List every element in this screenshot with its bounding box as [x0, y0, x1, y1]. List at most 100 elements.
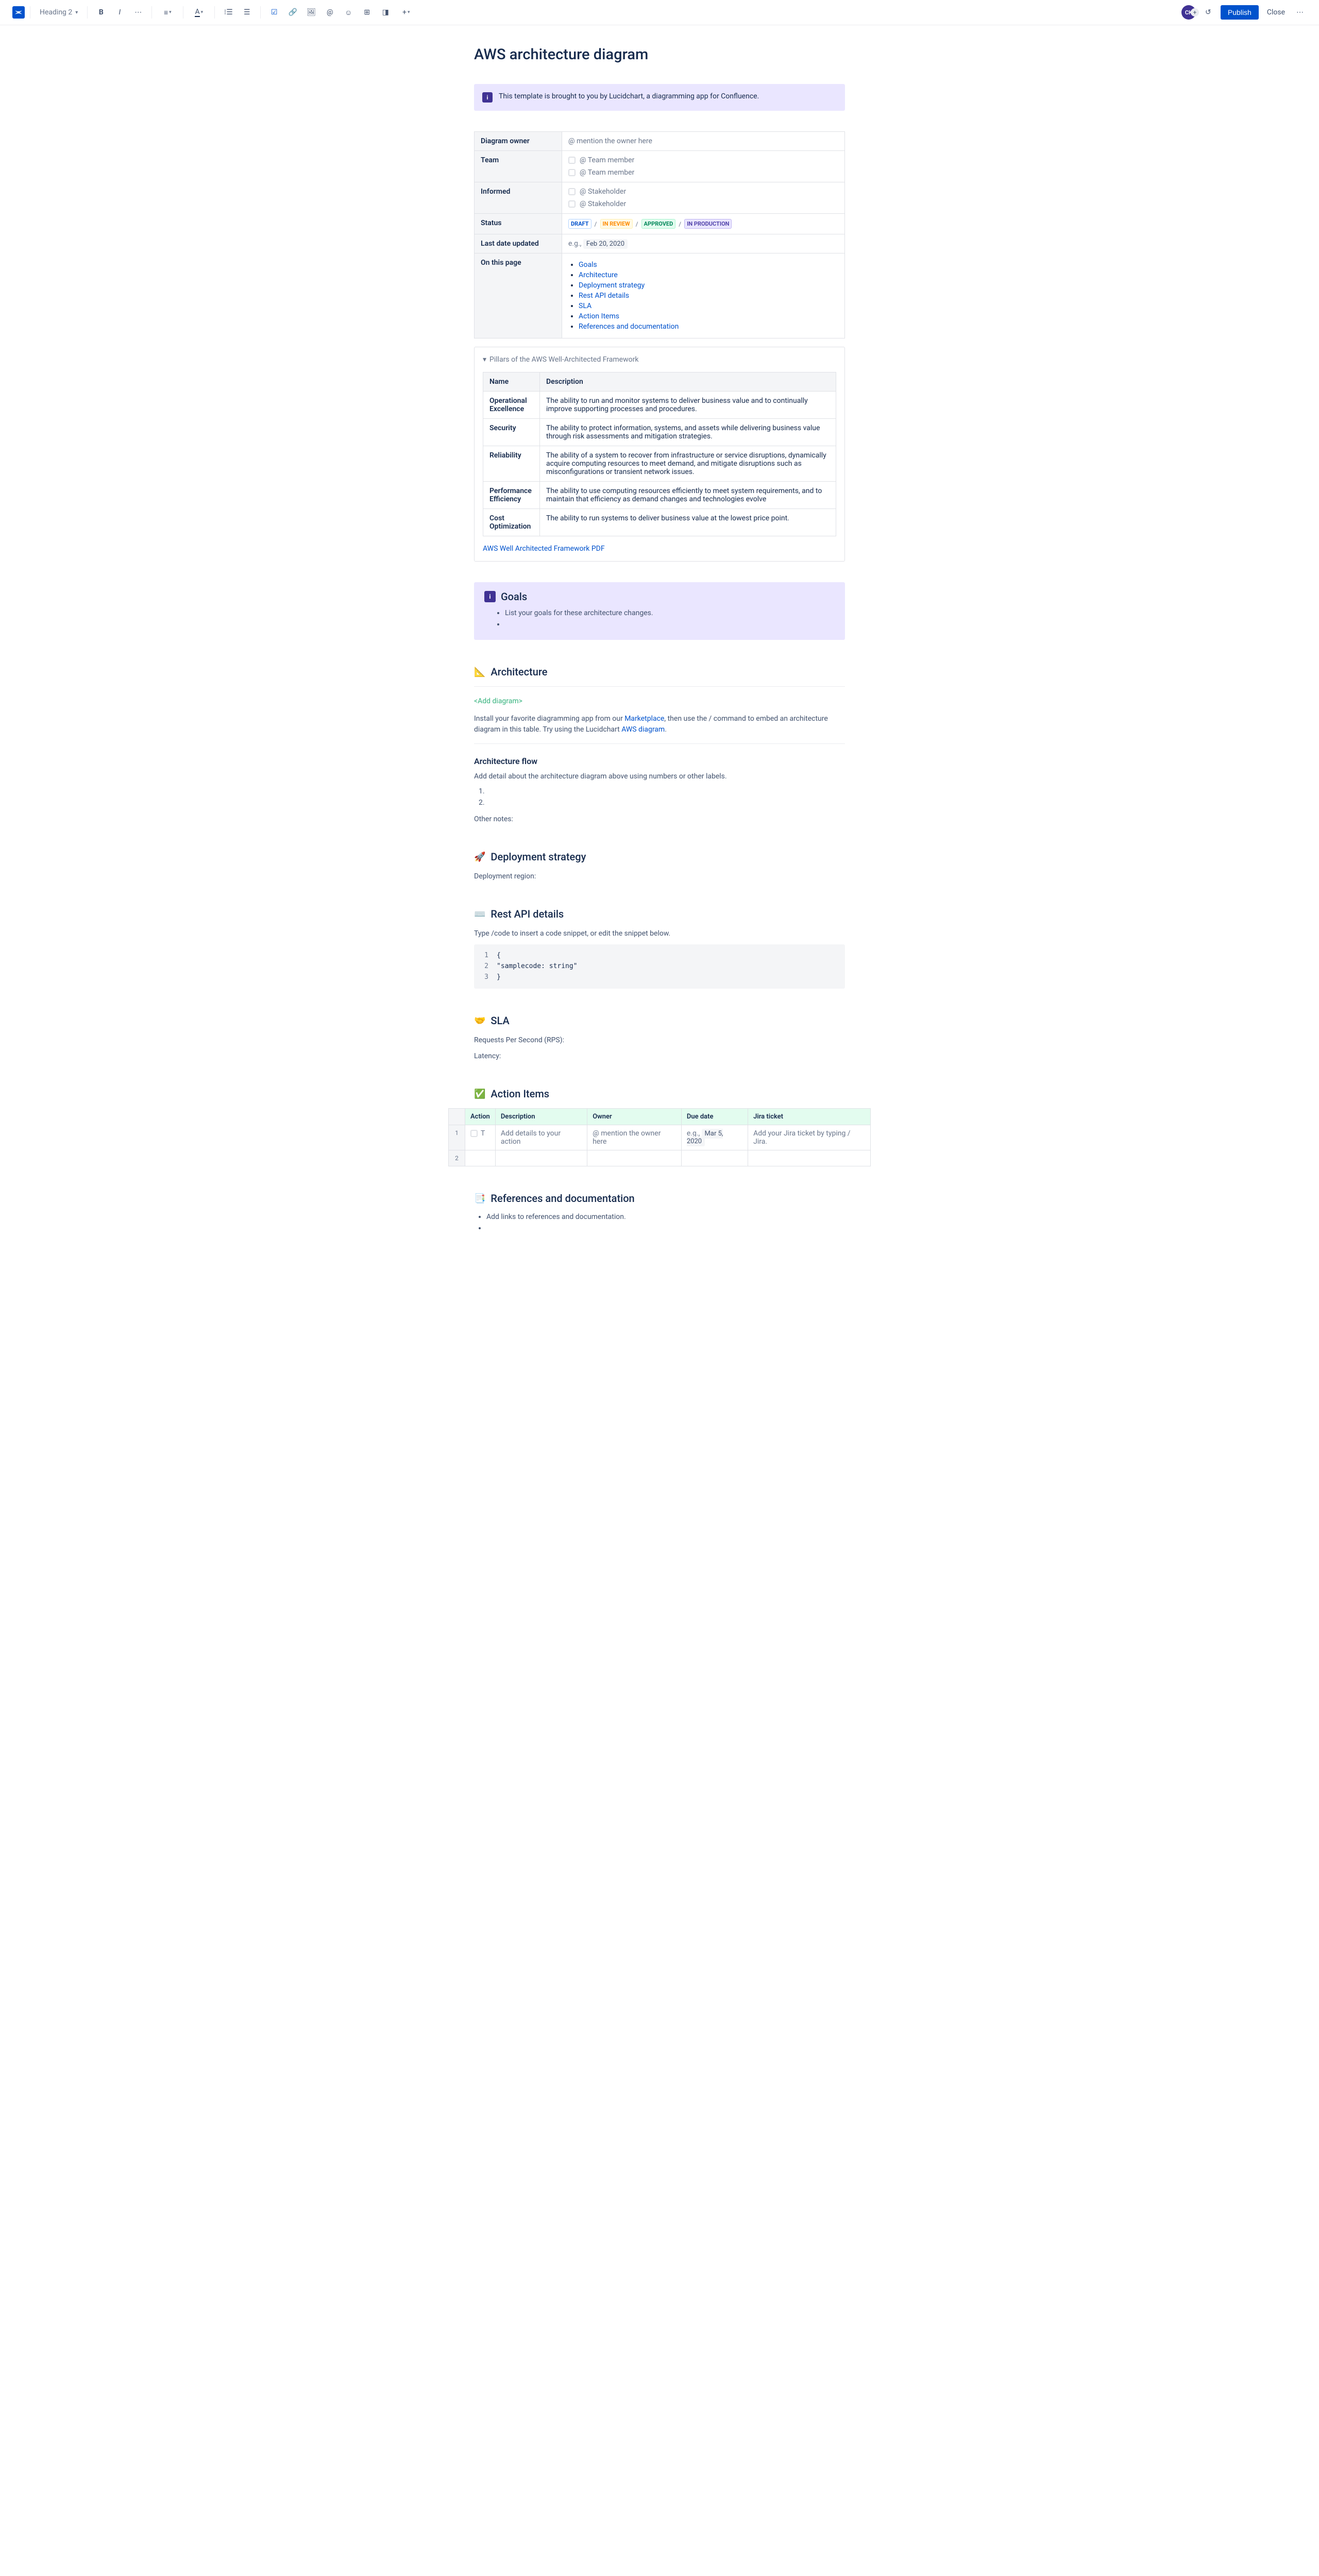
meta-label: Informed	[475, 182, 562, 214]
stakeholder-placeholder[interactable]: @ Stakeholder	[580, 200, 626, 208]
divider	[87, 6, 88, 19]
pdf-link[interactable]: AWS Well Architected Framework PDF	[483, 545, 605, 553]
goal-item[interactable]: List your goals for these architecture c…	[505, 609, 835, 618]
flow-heading: Architecture flow	[474, 756, 845, 766]
status-approved[interactable]: APPROVED	[641, 219, 676, 229]
toc-link[interactable]: Action Items	[579, 312, 619, 320]
divider	[260, 6, 261, 19]
goals-heading: Goals	[501, 590, 527, 603]
publish-button[interactable]: Publish	[1221, 5, 1259, 20]
divider	[214, 6, 215, 19]
checkbox[interactable]	[568, 169, 576, 176]
heading-select[interactable]: Heading 2▾	[36, 6, 82, 19]
tabs-icon: 📑	[474, 1193, 485, 1204]
link-button[interactable]: 🔗	[284, 4, 301, 21]
align-button[interactable]: ≡	[157, 4, 178, 21]
team-placeholder[interactable]: @ Team member	[580, 168, 634, 177]
architecture-section: 📐Architecture <Add diagram> Install your…	[474, 666, 845, 825]
status-production[interactable]: IN PRODUCTION	[684, 219, 732, 229]
sla-latency[interactable]: Latency:	[474, 1051, 845, 1062]
bullet-list-button[interactable]: ⁝☰	[220, 4, 236, 21]
toc-link[interactable]: References and documentation	[579, 323, 679, 331]
toc-link[interactable]: Architecture	[579, 271, 618, 279]
mention-button[interactable]: @	[322, 4, 338, 21]
meta-label: Diagram owner	[475, 132, 562, 151]
table-button[interactable]: ⊞	[359, 4, 375, 21]
arch-description[interactable]: Install your favorite diagramming app fr…	[474, 714, 845, 735]
flow-description[interactable]: Add detail about the architecture diagra…	[474, 771, 845, 782]
meta-label: Status	[475, 214, 562, 234]
owner-placeholder[interactable]: @ mention the owner here	[568, 137, 652, 145]
info-panel: i This template is brought to you by Luc…	[474, 84, 845, 111]
toc-link[interactable]: Deployment strategy	[579, 281, 645, 290]
keyboard-icon: ⌨️	[474, 909, 485, 920]
deploy-region[interactable]: Deployment region:	[474, 871, 845, 882]
layouts-button[interactable]: ◨	[377, 4, 394, 21]
action-items-table: Action Description Owner Due date Jira t…	[448, 1108, 871, 1166]
status-draft[interactable]: DRAFT	[568, 219, 591, 229]
editor-toolbar: Heading 2▾ B I ⋯ ≡ A ⁝☰ ☰ ☑ 🔗 🖼 @ ☺ ⊞ ◨ …	[0, 0, 1319, 25]
text-color-button[interactable]: A	[189, 4, 209, 21]
image-button[interactable]: 🖼	[303, 4, 319, 21]
ref-item[interactable]: Add links to references and documentatio…	[486, 1213, 845, 1222]
rest-description[interactable]: Type /code to insert a code snippet, or …	[474, 928, 845, 939]
handshake-icon: 🤝	[474, 1015, 485, 1026]
emoji-button[interactable]: ☺	[340, 4, 357, 21]
ref-item-empty[interactable]	[486, 1224, 845, 1233]
flow-step[interactable]	[486, 799, 845, 808]
team-placeholder[interactable]: @ Team member	[580, 156, 634, 164]
close-button[interactable]: Close	[1263, 5, 1289, 20]
status-in-review[interactable]: IN REVIEW	[600, 219, 633, 229]
expand-toggle[interactable]: ▾ Pillars of the AWS Well-Architected Fr…	[483, 355, 836, 364]
chevron-down-icon: ▾	[483, 355, 486, 364]
task-checkbox[interactable]	[470, 1130, 478, 1137]
expand-macro: ▾ Pillars of the AWS Well-Architected Fr…	[474, 347, 845, 562]
rocket-icon: 🚀	[474, 852, 485, 862]
table-row[interactable]: 2	[449, 1150, 871, 1166]
divider	[151, 6, 152, 19]
pillars-table: NameDescription Operational ExcellenceTh…	[483, 372, 836, 536]
info-text: This template is brought to you by Lucid…	[499, 92, 759, 103]
date-lozenge[interactable]: Feb 20, 2020	[583, 239, 628, 249]
aws-diagram-link[interactable]: AWS diagram	[621, 725, 665, 734]
checkbox[interactable]	[568, 188, 576, 195]
meta-label: On this page	[475, 253, 562, 338]
page-title[interactable]: AWS architecture diagram	[474, 46, 845, 63]
metadata-table: Diagram owner @ mention the owner here T…	[474, 131, 845, 338]
confluence-logo[interactable]	[12, 6, 25, 19]
action-items-section: ✅Action Items Action Description Owner D…	[474, 1088, 845, 1166]
check-icon: ✅	[474, 1089, 485, 1099]
toc-link[interactable]: Rest API details	[579, 292, 629, 300]
marketplace-link[interactable]: Marketplace	[624, 715, 664, 723]
bold-button[interactable]: B	[93, 4, 109, 21]
meta-label: Last date updated	[475, 234, 562, 253]
sla-rps[interactable]: Requests Per Second (RPS):	[474, 1035, 845, 1046]
italic-button[interactable]: I	[111, 4, 128, 21]
toc-link[interactable]: Goals	[579, 261, 597, 269]
invite-button[interactable]: +	[1191, 8, 1199, 16]
stakeholder-placeholder[interactable]: @ Stakeholder	[580, 188, 626, 196]
references-section: 📑References and documentation Add links …	[474, 1192, 845, 1233]
flow-step[interactable]	[486, 787, 845, 796]
deployment-section: 🚀Deployment strategy Deployment region:	[474, 851, 845, 882]
rest-api-section: ⌨️Rest API details Type /code to insert …	[474, 908, 845, 989]
page-content: AWS architecture diagram i This template…	[464, 25, 855, 1300]
checkbox[interactable]	[568, 157, 576, 164]
numbered-list-button[interactable]: ☰	[239, 4, 255, 21]
checkbox[interactable]	[568, 200, 576, 208]
goal-item-empty[interactable]	[505, 620, 835, 630]
meta-label: Team	[475, 151, 562, 182]
insert-button[interactable]: +	[396, 4, 416, 21]
request-changes-button[interactable]: ↺	[1200, 4, 1216, 21]
other-notes[interactable]: Other notes:	[474, 814, 845, 825]
code-snippet[interactable]: 1{ 2 "samplecode: string" 3}	[474, 944, 845, 989]
table-of-contents: Goals Architecture Deployment strategy R…	[568, 261, 838, 331]
sla-section: 🤝SLA Requests Per Second (RPS): Latency:	[474, 1014, 845, 1062]
table-row[interactable]: 1 T Add details to your action @ mention…	[449, 1125, 871, 1150]
more-formatting-button[interactable]: ⋯	[130, 4, 146, 21]
more-actions-button[interactable]: ⋯	[1293, 5, 1307, 20]
action-item-button[interactable]: ☑	[266, 4, 282, 21]
toc-link[interactable]: SLA	[579, 302, 591, 310]
add-diagram-placeholder[interactable]: <Add diagram>	[474, 697, 845, 705]
ruler-icon: 📐	[474, 667, 485, 677]
